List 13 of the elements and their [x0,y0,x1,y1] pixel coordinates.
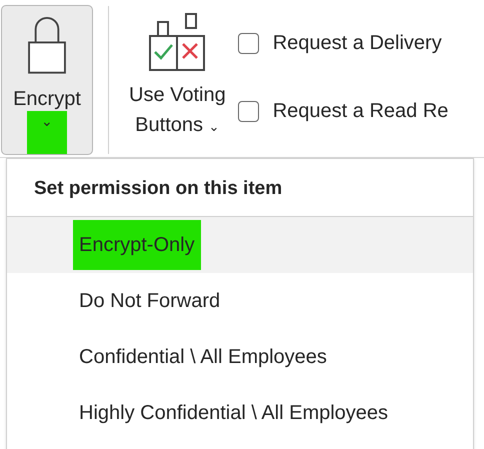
menu-item[interactable]: Confidential \ All Employees [7,329,473,385]
use-voting-buttons-button[interactable]: Use Voting Buttons ⌄ [129,80,226,142]
checkbox[interactable] [238,100,259,122]
menu-item[interactable]: Do Not Forward [7,273,473,329]
encrypt-button[interactable]: Encrypt ⌄ [1,5,93,155]
ballot-icon [148,12,206,72]
caret-icon: ⌄ [27,110,67,154]
padlock-icon [25,16,69,75]
menu-item[interactable]: Highly Confidential \ All Employees [7,385,473,441]
checkbox-option[interactable]: Request a Read Re [238,96,448,126]
menu-item[interactable]: Encrypt-Only [7,217,473,273]
checkbox[interactable] [238,32,259,54]
checkbox-option[interactable]: Request a Delivery [238,28,448,58]
